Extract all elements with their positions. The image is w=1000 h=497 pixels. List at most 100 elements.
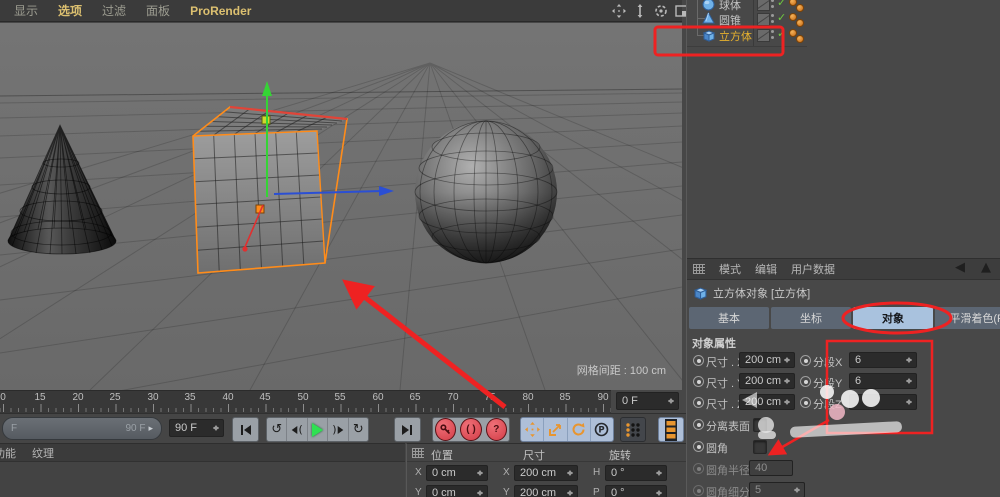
size-x-input[interactable]: 200 cm — [739, 352, 795, 368]
range-handle-icon[interactable]: ▸ — [148, 424, 153, 434]
anim-dot[interactable] — [693, 376, 704, 387]
tab-object[interactable]: 对象 — [853, 307, 933, 329]
layer-square[interactable] — [757, 13, 770, 26]
visibility-dots[interactable] — [771, 0, 774, 8]
zoom-icon[interactable] — [633, 3, 647, 18]
enabled-check-icon[interactable]: ✓ — [777, 27, 786, 40]
menu-edit[interactable]: 编辑 — [755, 261, 777, 277]
tick-label: 55 — [334, 392, 345, 403]
pla-dots-icon[interactable] — [620, 417, 646, 442]
visibility-dots[interactable] — [771, 14, 774, 23]
loop-icon[interactable]: ↻ — [349, 418, 368, 441]
object-row-cube[interactable]: 立方体 ✓ — [687, 27, 1000, 44]
play-forward-icon[interactable] — [308, 418, 328, 441]
end-frame-field[interactable]: 90 F — [169, 419, 224, 437]
panel-grid-icon[interactable] — [412, 448, 424, 458]
tick-label: 25 — [109, 392, 120, 403]
axis-label: P — [593, 487, 600, 497]
segments-z-input[interactable] — [849, 394, 917, 410]
axis-label: Y — [415, 487, 422, 497]
enabled-check-icon[interactable]: ✓ — [777, 11, 786, 24]
visibility-dots[interactable] — [771, 30, 774, 39]
size-z-input[interactable]: 200 cm — [739, 394, 795, 410]
anim-dot — [693, 463, 704, 474]
record-position-icon[interactable] — [521, 418, 544, 441]
property-row: 圆角 — [687, 438, 1000, 456]
menu-mode[interactable]: 模式 — [719, 261, 741, 277]
menu-options[interactable]: 选项 — [58, 2, 82, 19]
menu-display[interactable]: 显示 — [14, 2, 38, 19]
position-y-field[interactable]: 0 cm — [426, 485, 488, 497]
segments-x-input[interactable]: 6 — [849, 352, 917, 368]
record-key-button[interactable] — [435, 418, 456, 441]
material-manager-menubar: 功能 纹理 — [0, 444, 405, 462]
position-x-field[interactable]: 0 cm — [426, 465, 488, 481]
fillet-checkbox[interactable] — [753, 440, 767, 454]
segments-y-input[interactable]: 6 — [849, 373, 917, 389]
size-x-field[interactable]: 200 cm — [514, 465, 578, 481]
object-title: 立方体对象 [立方体] — [693, 285, 810, 301]
play-backwards-icon[interactable]: ↺ — [267, 418, 287, 441]
record-rotation-icon[interactable] — [568, 418, 591, 441]
cube-object[interactable] — [193, 107, 347, 273]
menu-function[interactable]: 功能 — [0, 445, 16, 461]
rotate-view-icon[interactable] — [654, 3, 668, 18]
anim-dot[interactable] — [693, 419, 704, 430]
next-key-icon[interactable]: ) — [328, 418, 348, 441]
timeline-range-slider[interactable]: F 90 F ▸ — [2, 417, 162, 440]
panel-grid-icon[interactable] — [693, 264, 705, 274]
rotation-p-field[interactable]: 0 ° — [605, 485, 667, 497]
history-up-icon[interactable]: ▲ — [981, 260, 991, 275]
separate-surfaces-checkbox[interactable] — [753, 418, 767, 432]
tick-label: 50 — [297, 392, 308, 403]
tick-label: 0 — [0, 392, 6, 403]
stepper-icon[interactable] — [667, 395, 676, 407]
property-row: 圆角半径 40 — [687, 460, 1000, 478]
goto-end-button[interactable] — [394, 417, 421, 442]
stepper-icon[interactable] — [212, 422, 221, 434]
tab-phong[interactable]: 平滑着色(Pho — [935, 307, 1000, 329]
anim-dot[interactable] — [800, 376, 811, 387]
current-frame-field[interactable]: 0 F — [616, 392, 679, 410]
anim-dot[interactable] — [800, 397, 811, 408]
axis-label: H — [593, 467, 600, 478]
menu-userdata[interactable]: 用户数据 — [791, 261, 835, 277]
menu-panel[interactable]: 面板 — [146, 2, 170, 19]
goto-start-button[interactable] — [232, 417, 259, 442]
tick-label: 45 — [259, 392, 270, 403]
major-ticks — [0, 404, 611, 412]
object-row-cone[interactable]: 圆锥 ✓ — [687, 11, 1000, 26]
object-row-sphere[interactable]: 球体 ✓ — [687, 0, 1000, 11]
enabled-check-icon[interactable]: ✓ — [777, 0, 786, 9]
previous-key-icon[interactable]: ( — [287, 418, 307, 441]
attribute-manager-menubar: 模式 编辑 用户数据 — [687, 258, 1000, 280]
cone-object[interactable] — [8, 125, 116, 254]
anim-dot[interactable] — [800, 355, 811, 366]
rotation-h-field[interactable]: 0 ° — [605, 465, 667, 481]
anim-dot[interactable] — [693, 441, 704, 452]
tab-coordinates[interactable]: 坐标 — [771, 307, 851, 329]
menu-filter[interactable]: 过滤 — [102, 2, 126, 19]
record-parameter-icon[interactable]: P — [591, 418, 613, 441]
pan-icon[interactable] — [612, 3, 626, 18]
record-scale-icon[interactable] — [544, 418, 567, 441]
layer-square[interactable] — [757, 0, 770, 11]
tab-basic[interactable]: 基本 — [689, 307, 769, 329]
autokey-button[interactable]: ( ) — [460, 418, 481, 441]
record-options-button[interactable]: ? — [486, 418, 507, 441]
anim-dot[interactable] — [693, 397, 704, 408]
keyframe-bar-icon[interactable] — [658, 417, 684, 442]
anim-dot — [693, 485, 704, 496]
layer-square[interactable] — [757, 29, 770, 42]
size-y-input[interactable]: 200 cm — [739, 373, 795, 389]
3d-viewport[interactable]: 网格间距 : 100 cm — [0, 23, 682, 390]
menu-texture[interactable]: 纹理 — [32, 445, 54, 461]
attribute-tabs: 基本 坐标 对象 平滑着色(Pho — [689, 307, 1000, 329]
timeline-ruler[interactable]: 0 15 20 25 30 35 40 45 50 55 60 65 70 75… — [0, 390, 611, 414]
menu-prorender[interactable]: ProRender — [190, 4, 251, 18]
cinema4d-window: 显示 选项 过滤 面板 ProRender — [0, 0, 1000, 497]
history-back-icon[interactable]: ◀ — [955, 260, 965, 275]
sphere-object[interactable] — [415, 121, 557, 263]
size-y-field[interactable]: 200 cm — [514, 485, 578, 497]
anim-dot[interactable] — [693, 355, 704, 366]
